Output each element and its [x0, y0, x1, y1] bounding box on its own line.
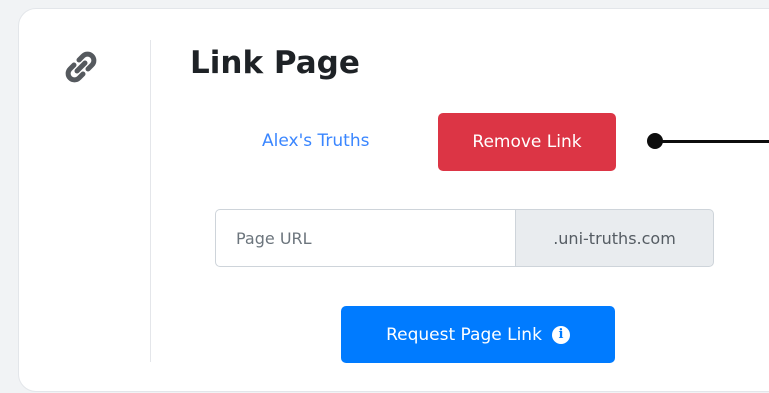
vertical-divider	[150, 40, 151, 362]
domain-suffix: .uni-truths.com	[515, 209, 714, 267]
remove-link-button[interactable]: Remove Link	[438, 113, 616, 171]
request-page-link-label: Request Page Link	[386, 324, 542, 345]
request-page-link-button[interactable]: Request Page Link i	[341, 306, 615, 363]
link-icon	[65, 51, 97, 83]
linked-page-link[interactable]: Alex's Truths	[262, 130, 369, 152]
page-title: Link Page	[190, 45, 360, 81]
page-url-input-group: .uni-truths.com	[215, 209, 714, 267]
info-icon: i	[551, 325, 570, 344]
page-url-input[interactable]	[215, 209, 515, 267]
annotation-pointer-line	[655, 140, 769, 143]
